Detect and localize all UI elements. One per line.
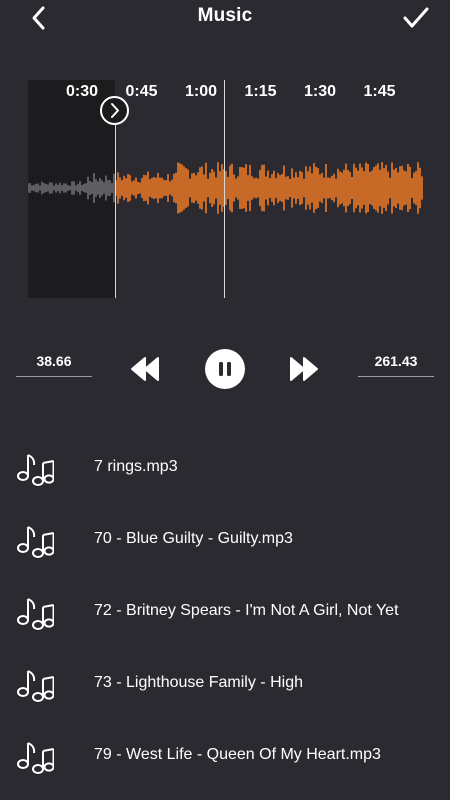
playhead-line[interactable]	[224, 80, 225, 298]
music-notes-icon	[17, 598, 54, 630]
page-title: Music	[197, 5, 253, 26]
song-name: 7 rings.mp3	[94, 458, 178, 475]
waveform-editor[interactable]: 0:30 0:45 1:00 1:15 1:30 1:45	[28, 80, 424, 298]
time-tick-label: 0:30	[65, 83, 99, 100]
trim-start-line	[115, 102, 116, 298]
rewind-icon	[131, 357, 159, 381]
pause-icon	[219, 362, 231, 376]
song-list: 7 rings.mp3 70 - Blue Guilty - Guilty.mp…	[0, 432, 450, 792]
start-time-field[interactable]: 38.66	[16, 353, 92, 377]
music-notes-icon	[17, 670, 54, 702]
rewind-button[interactable]	[130, 356, 160, 382]
song-item[interactable]: 73 - Lighthouse Family - High	[0, 648, 450, 720]
song-item[interactable]: 7 rings.mp3	[0, 432, 450, 504]
confirm-button[interactable]	[400, 4, 432, 32]
waveform	[28, 162, 423, 214]
fast-forward-icon	[290, 357, 318, 381]
song-item[interactable]: 79 - West Life - Queen Of My Heart.mp3	[0, 720, 450, 792]
chevron-right-icon	[111, 103, 119, 118]
time-tick-label: 1:30	[303, 83, 337, 100]
playback-controls: 38.66 261.43	[0, 345, 450, 395]
music-notes-icon	[17, 454, 54, 486]
time-tick-label: 1:45	[363, 83, 396, 100]
time-tick-label: 0:45	[125, 83, 158, 100]
song-name: 79 - West Life - Queen Of My Heart.mp3	[94, 746, 381, 763]
pause-button[interactable]	[205, 349, 245, 389]
time-tick-label: 1:15	[244, 83, 277, 100]
song-name: 73 - Lighthouse Family - High	[94, 674, 303, 691]
music-notes-icon	[17, 742, 54, 774]
song-name: 72 - Britney Spears - I'm Not A Girl, No…	[94, 602, 399, 619]
end-time-field[interactable]: 261.43	[358, 353, 434, 377]
trim-start-handle[interactable]	[100, 96, 129, 125]
song-item[interactable]: 70 - Blue Guilty - Guilty.mp3	[0, 504, 450, 576]
checkmark-icon	[403, 7, 429, 28]
song-name: 70 - Blue Guilty - Guilty.mp3	[94, 530, 293, 547]
song-item[interactable]: 72 - Britney Spears - I'm Not A Girl, No…	[0, 576, 450, 648]
music-notes-icon	[17, 526, 54, 558]
fast-forward-button[interactable]	[289, 356, 319, 382]
app-header: Music	[0, 0, 450, 36]
time-tick-label: 1:00	[184, 83, 218, 100]
